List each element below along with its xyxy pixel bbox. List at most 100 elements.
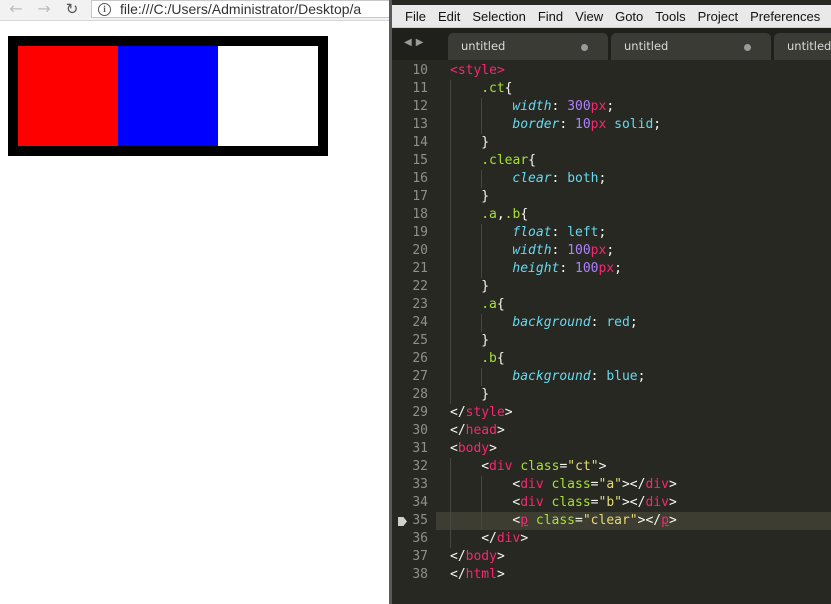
line-number: 13: [412, 117, 428, 132]
address-bar[interactable]: i file:///C:/Users/Administrator/Desktop…: [91, 0, 392, 18]
indent-guide: [450, 530, 451, 548]
menu-find[interactable]: Find: [526, 9, 563, 24]
code-token: >: [668, 477, 677, 492]
code-token: ;: [598, 225, 607, 240]
code-line[interactable]: <p class="clear"></p>: [512, 512, 676, 530]
editor-tab[interactable]: untitled: [448, 33, 608, 60]
code-line[interactable]: <style>: [450, 62, 505, 80]
line-number: 16: [412, 171, 428, 186]
code-token: >: [489, 441, 497, 456]
menu-goto[interactable]: Goto: [603, 9, 643, 24]
code-line[interactable]: </head>: [450, 422, 505, 440]
code-token: ;: [606, 243, 615, 258]
code-line[interactable]: background: blue;: [512, 368, 645, 386]
menu-edit[interactable]: Edit: [426, 9, 460, 24]
code-line[interactable]: clear: both;: [512, 170, 606, 188]
menu-file[interactable]: File: [392, 9, 426, 24]
code-line[interactable]: .ct{: [481, 80, 512, 98]
code-line[interactable]: }: [481, 332, 489, 350]
code-token: :: [590, 369, 607, 384]
menu-preferences[interactable]: Preferences: [738, 9, 820, 24]
reload-icon[interactable]: ↻: [62, 0, 82, 20]
menu-tools[interactable]: Tools: [643, 9, 685, 24]
code-line[interactable]: .a,.b{: [481, 206, 528, 224]
line-number: 25: [412, 333, 428, 348]
code-line[interactable]: </style>: [450, 404, 513, 422]
code-token: {: [520, 207, 529, 222]
info-icon[interactable]: i: [98, 3, 111, 16]
code-line[interactable]: </body>: [450, 548, 505, 566]
indent-guide: [481, 116, 483, 134]
demo-blue-box: [118, 46, 218, 146]
code-line[interactable]: float: left;: [512, 224, 606, 242]
code-line[interactable]: height: 100px;: [512, 260, 622, 278]
unsaved-dot-icon[interactable]: [581, 44, 588, 51]
code-line[interactable]: background: red;: [512, 314, 637, 332]
line-number: 21: [412, 261, 428, 276]
url-text[interactable]: file:///C:/Users/Administrator/Desktop/a: [120, 1, 361, 18]
indent-guide: [481, 494, 483, 512]
code-line[interactable]: .b{: [481, 350, 504, 368]
code-line[interactable]: </html>: [450, 566, 505, 584]
code-line[interactable]: }: [481, 134, 489, 152]
code-token: {: [504, 81, 513, 96]
code-token: body: [457, 441, 490, 456]
code-token: "ct": [567, 459, 599, 474]
back-arrow-icon[interactable]: ←: [6, 0, 26, 20]
code-line[interactable]: .a{: [481, 296, 504, 314]
code-line[interactable]: <div class="b"></div>: [512, 494, 676, 512]
tab-label: untitled: [787, 39, 831, 53]
code-token: <: [481, 459, 490, 474]
code-line[interactable]: </div>: [481, 530, 528, 548]
menu-selection[interactable]: Selection: [460, 9, 525, 24]
code-line[interactable]: <div class="a"></div>: [512, 476, 676, 494]
indent-guide: [450, 242, 451, 260]
code-token: red: [606, 315, 630, 330]
code-line[interactable]: }: [481, 386, 489, 404]
code-token: .ct: [481, 81, 505, 96]
code-token: "clear": [582, 513, 638, 528]
code-line[interactable]: width: 100px;: [512, 242, 614, 260]
unsaved-dot-icon[interactable]: [744, 44, 751, 51]
indent-guide: [450, 260, 451, 278]
code-token: html: [465, 567, 497, 582]
code-token: .clear: [481, 153, 529, 168]
editor-tab[interactable]: untitled: [611, 33, 771, 60]
code-token: p: [661, 513, 669, 528]
indent-guide: [481, 224, 483, 242]
indent-guide: [450, 458, 451, 476]
code-token: {: [496, 351, 505, 366]
code-token: {: [528, 153, 536, 168]
code-token: </: [481, 531, 497, 546]
code-line[interactable]: border: 10px solid;: [512, 116, 661, 134]
code-token: div: [645, 495, 669, 510]
code-token: ;: [653, 117, 662, 132]
code-token: ;: [629, 315, 638, 330]
code-token: {: [496, 297, 505, 312]
menu-view[interactable]: View: [563, 9, 603, 24]
code-line[interactable]: }: [481, 278, 489, 296]
code-token: .a: [481, 207, 497, 222]
tab-scroll-arrows-icon[interactable]: ◀▶: [404, 37, 427, 48]
editor-tab[interactable]: untitled: [774, 33, 831, 60]
line-number: 15: [412, 153, 428, 168]
tab-bar: ◀▶ untitled untitled untitled: [392, 28, 831, 60]
menu-bar: File Edit Selection Find View Goto Tools Projec…: [392, 5, 831, 28]
menu-project[interactable]: Project: [686, 9, 738, 24]
code-token: div: [520, 495, 544, 510]
code-line[interactable]: <div class="ct">: [481, 458, 606, 476]
code-line[interactable]: <body>: [450, 440, 497, 458]
code-area[interactable]: 10 11 12 13 14 15 16 17 18 19 20 21 22 23 24 25 26 27 28 29…: [392, 60, 831, 604]
code-token: div: [496, 531, 521, 546]
indent-guide: [481, 368, 483, 386]
code-line[interactable]: width: 300px;: [512, 98, 614, 116]
demo-red-box: [18, 46, 118, 146]
code-token: >: [496, 549, 505, 564]
code-line[interactable]: .clear{: [481, 152, 536, 170]
code-token: background: [512, 369, 591, 384]
code-token: left: [567, 225, 599, 240]
code-line[interactable]: }: [481, 188, 489, 206]
forward-arrow-icon[interactable]: →: [34, 0, 54, 20]
code-token: body: [465, 549, 497, 564]
code-editor-window: File Edit Selection Find View Goto Tools Projec…: [392, 0, 831, 604]
